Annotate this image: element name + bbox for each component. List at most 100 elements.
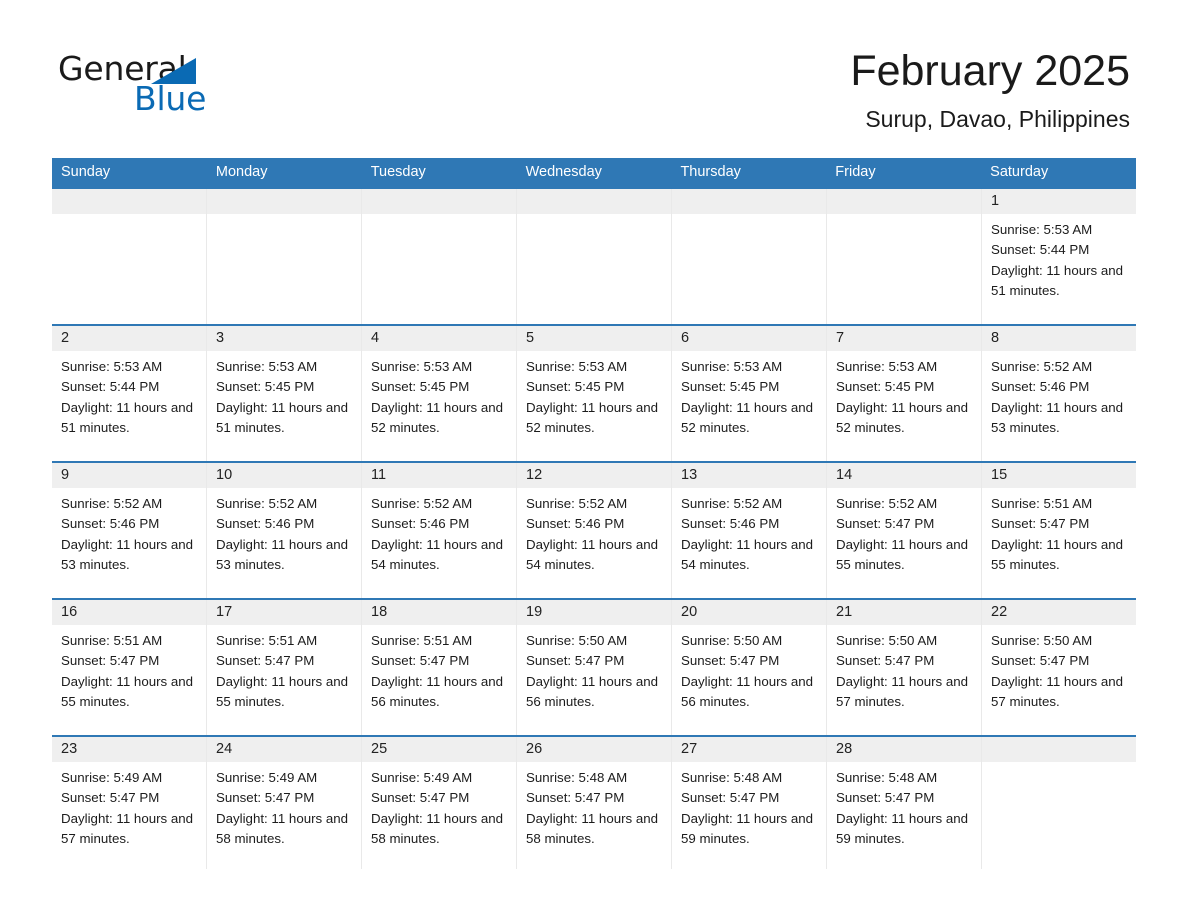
day-details: Sunrise: 5:52 AM Sunset: 5:46 PM Daylight:… (982, 351, 1136, 461)
weekday-thursday: Thursday (680, 164, 741, 180)
day-cell-empty (672, 189, 827, 324)
daylight-text: Daylight: 11 hours and 54 minutes. (526, 536, 659, 572)
day-cell[interactable]: 17 Sunrise: 5:51 AM Sunset: 5:47 PM Dayligh… (207, 600, 362, 735)
sunset-text: Sunset: 5:47 PM (836, 653, 935, 669)
day-details: Sunrise: 5:53 AM Sunset: 5:45 PM Daylight:… (827, 351, 981, 461)
day-number: 7 (827, 326, 981, 351)
day-cell[interactable]: 13 Sunrise: 5:52 AM Sunset: 5:46 PM Dayligh… (672, 463, 827, 598)
sunset-text: Sunset: 5:46 PM (216, 516, 315, 532)
day-cell[interactable]: 23 Sunrise: 5:49 AM Sunset: 5:47 PM Dayligh… (52, 737, 207, 869)
day-cell[interactable]: 18 Sunrise: 5:51 AM Sunset: 5:47 PM Dayligh… (362, 600, 517, 735)
day-number: 24 (207, 737, 361, 762)
page-title: February 2025 (850, 47, 1130, 95)
day-cell[interactable]: 4 Sunrise: 5:53 AM Sunset: 5:45 PM Daylight… (362, 326, 517, 461)
sunrise-text: Sunrise: 5:48 AM (526, 770, 628, 785)
sunrise-text: Sunrise: 5:50 AM (526, 633, 628, 648)
day-number: 16 (52, 600, 206, 625)
logo-text-blue: Blue (134, 79, 207, 118)
day-cell[interactable]: 16 Sunrise: 5:51 AM Sunset: 5:47 PM Dayligh… (52, 600, 207, 735)
daylight-text: Daylight: 11 hours and 55 minutes. (61, 673, 194, 709)
day-cell[interactable]: 22 Sunrise: 5:50 AM Sunset: 5:47 PM Dayligh… (982, 600, 1136, 735)
daylight-text: Daylight: 11 hours and 53 minutes. (216, 536, 349, 572)
sunset-text: Sunset: 5:47 PM (216, 790, 315, 806)
sunrise-text: Sunrise: 5:51 AM (371, 633, 473, 648)
daylight-text: Daylight: 11 hours and 55 minutes. (216, 673, 349, 709)
sunrise-text: Sunrise: 5:53 AM (61, 359, 163, 374)
weekday-sunday: Sunday (61, 164, 111, 180)
weekday-monday: Monday (215, 164, 268, 180)
day-cell[interactable]: 24 Sunrise: 5:49 AM Sunset: 5:47 PM Dayligh… (207, 737, 362, 869)
daylight-text: Daylight: 11 hours and 52 minutes. (526, 399, 659, 435)
day-cell[interactable]: 19 Sunrise: 5:50 AM Sunset: 5:47 PM Dayligh… (517, 600, 672, 735)
day-number: 28 (827, 737, 981, 762)
daylight-text: Daylight: 11 hours and 52 minutes. (836, 399, 969, 435)
day-details: Sunrise: 5:48 AM Sunset: 5:47 PM Daylight:… (672, 762, 826, 869)
day-number: 11 (362, 463, 516, 488)
sunset-text: Sunset: 5:45 PM (216, 379, 315, 395)
sunset-text: Sunset: 5:44 PM (61, 379, 160, 395)
day-number: 10 (207, 463, 361, 488)
day-cell[interactable]: 11 Sunrise: 5:52 AM Sunset: 5:46 PM Dayligh… (362, 463, 517, 598)
sunrise-text: Sunrise: 5:53 AM (526, 359, 628, 374)
day-number: 3 (207, 326, 361, 351)
daylight-text: Daylight: 11 hours and 57 minutes. (991, 673, 1124, 709)
page-header: General Blue February 2025 Surup, Davao,… (0, 0, 1188, 132)
day-details: Sunrise: 5:50 AM Sunset: 5:47 PM Daylight:… (982, 625, 1136, 735)
daylight-text: Daylight: 11 hours and 58 minutes. (526, 810, 659, 846)
sunset-text: Sunset: 5:47 PM (371, 790, 470, 806)
day-cell[interactable]: 6 Sunrise: 5:53 AM Sunset: 5:45 PM Daylight… (672, 326, 827, 461)
day-number: 14 (827, 463, 981, 488)
sunrise-text: Sunrise: 5:50 AM (991, 633, 1093, 648)
day-cell[interactable]: 1 Sunrise: 5:53 AM Sunset: 5:44 PM Daylight… (982, 189, 1136, 324)
day-cell[interactable]: 21 Sunrise: 5:50 AM Sunset: 5:47 PM Dayligh… (827, 600, 982, 735)
day-details: Sunrise: 5:53 AM Sunset: 5:44 PM Daylight:… (982, 214, 1136, 324)
day-cell[interactable]: 14 Sunrise: 5:52 AM Sunset: 5:47 PM Dayligh… (827, 463, 982, 598)
calendar-week-row: 1 Sunrise: 5:53 AM Sunset: 5:44 PM Daylight… (52, 187, 1136, 324)
generalblue-logo[interactable]: General Blue (58, 50, 318, 120)
day-cell[interactable]: 27 Sunrise: 5:48 AM Sunset: 5:47 PM Dayligh… (672, 737, 827, 869)
day-cell[interactable]: 20 Sunrise: 5:50 AM Sunset: 5:47 PM Dayligh… (672, 600, 827, 735)
daylight-text: Daylight: 11 hours and 53 minutes. (991, 399, 1124, 435)
sunrise-text: Sunrise: 5:51 AM (991, 496, 1093, 511)
sunrise-text: Sunrise: 5:48 AM (681, 770, 783, 785)
weekday-friday: Friday (835, 164, 876, 180)
day-cell[interactable]: 25 Sunrise: 5:49 AM Sunset: 5:47 PM Dayligh… (362, 737, 517, 869)
daylight-text: Daylight: 11 hours and 58 minutes. (371, 810, 504, 846)
day-cell[interactable]: 8 Sunrise: 5:52 AM Sunset: 5:46 PM Daylight… (982, 326, 1136, 461)
sunrise-text: Sunrise: 5:53 AM (216, 359, 318, 374)
day-number: 1 (982, 189, 1136, 214)
day-cell[interactable]: 15 Sunrise: 5:51 AM Sunset: 5:47 PM Dayligh… (982, 463, 1136, 598)
sunrise-text: Sunrise: 5:52 AM (61, 496, 163, 511)
day-cell[interactable]: 3 Sunrise: 5:53 AM Sunset: 5:45 PM Daylight… (207, 326, 362, 461)
day-cell[interactable]: 9 Sunrise: 5:52 AM Sunset: 5:46 PM Daylight… (52, 463, 207, 598)
sunset-text: Sunset: 5:47 PM (681, 653, 780, 669)
day-cell[interactable]: 28 Sunrise: 5:48 AM Sunset: 5:47 PM Dayligh… (827, 737, 982, 869)
day-details: Sunrise: 5:50 AM Sunset: 5:47 PM Daylight:… (827, 625, 981, 735)
daylight-text: Daylight: 11 hours and 52 minutes. (371, 399, 504, 435)
sunset-text: Sunset: 5:47 PM (61, 653, 160, 669)
calendar-week-row: 23 Sunrise: 5:49 AM Sunset: 5:47 PM Dayligh… (52, 735, 1136, 869)
day-cell[interactable]: 26 Sunrise: 5:48 AM Sunset: 5:47 PM Dayligh… (517, 737, 672, 869)
sunrise-text: Sunrise: 5:52 AM (216, 496, 318, 511)
sunrise-text: Sunrise: 5:52 AM (681, 496, 783, 511)
calendar-week-row: 9 Sunrise: 5:52 AM Sunset: 5:46 PM Daylight… (52, 461, 1136, 598)
sunset-text: Sunset: 5:45 PM (836, 379, 935, 395)
day-cell[interactable]: 10 Sunrise: 5:52 AM Sunset: 5:46 PM Dayligh… (207, 463, 362, 598)
day-cell[interactable]: 7 Sunrise: 5:53 AM Sunset: 5:45 PM Daylight… (827, 326, 982, 461)
sunrise-text: Sunrise: 5:51 AM (216, 633, 318, 648)
sunset-text: Sunset: 5:46 PM (371, 516, 470, 532)
sunset-text: Sunset: 5:47 PM (991, 516, 1090, 532)
sunset-text: Sunset: 5:46 PM (681, 516, 780, 532)
day-number: 27 (672, 737, 826, 762)
sunrise-text: Sunrise: 5:53 AM (681, 359, 783, 374)
sunrise-text: Sunrise: 5:53 AM (991, 222, 1093, 237)
day-cell[interactable]: 2 Sunrise: 5:53 AM Sunset: 5:44 PM Daylight… (52, 326, 207, 461)
sunrise-text: Sunrise: 5:49 AM (371, 770, 473, 785)
sunset-text: Sunset: 5:45 PM (681, 379, 780, 395)
day-cell[interactable]: 12 Sunrise: 5:52 AM Sunset: 5:46 PM Dayligh… (517, 463, 672, 598)
sunrise-text: Sunrise: 5:52 AM (526, 496, 628, 511)
sunset-text: Sunset: 5:46 PM (526, 516, 625, 532)
day-details: Sunrise: 5:48 AM Sunset: 5:47 PM Daylight:… (517, 762, 671, 869)
sunset-text: Sunset: 5:47 PM (371, 653, 470, 669)
day-cell[interactable]: 5 Sunrise: 5:53 AM Sunset: 5:45 PM Daylight… (517, 326, 672, 461)
